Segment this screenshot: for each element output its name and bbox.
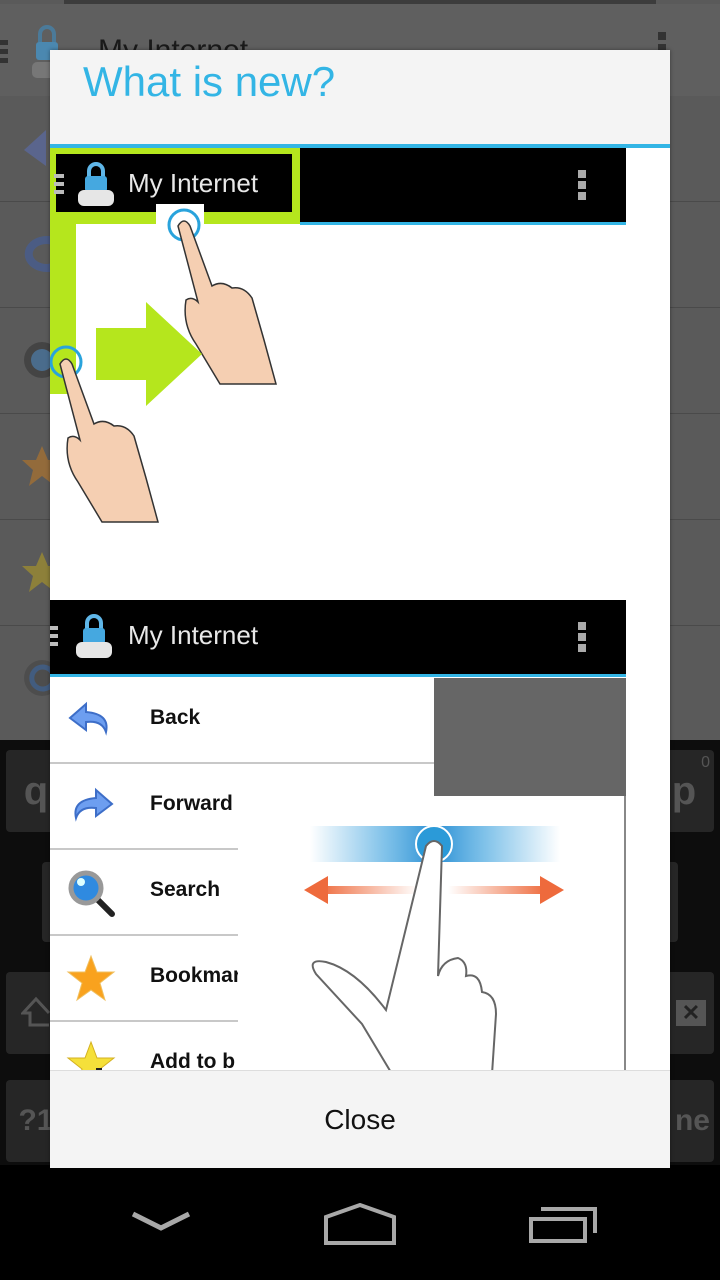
star-icon bbox=[66, 954, 116, 1002]
key-hint: 0 bbox=[701, 754, 710, 771]
illustration-menu-swipe: My Internet Back Forward Search Bookmar … bbox=[50, 600, 626, 1070]
menu-item-bookmarks: Bookmar bbox=[50, 936, 238, 1022]
arrow-right-icon bbox=[540, 876, 564, 904]
hand-icon bbox=[59, 358, 159, 523]
navigation-bar bbox=[0, 1165, 720, 1280]
nav-home-button[interactable] bbox=[315, 1195, 405, 1255]
swipe-gesture-graphic bbox=[50, 204, 277, 523]
content-dim-panel bbox=[434, 678, 626, 796]
hand-outline-icon bbox=[311, 840, 498, 1070]
overflow-menu-icon bbox=[578, 170, 586, 200]
home-icon bbox=[324, 1203, 396, 1245]
illustration-app-title: My Internet bbox=[128, 620, 259, 650]
nav-recents-button[interactable] bbox=[518, 1195, 608, 1255]
forward-arrow-icon bbox=[74, 787, 114, 822]
action-bar-underline bbox=[50, 674, 626, 677]
nav-back-button[interactable] bbox=[116, 1195, 206, 1255]
star-plus-icon bbox=[66, 1040, 116, 1070]
overflow-menu-icon bbox=[578, 622, 586, 652]
shift-icon bbox=[21, 996, 51, 1027]
menu-item-search: Search bbox=[50, 850, 238, 936]
swipe-horizontal-graphic bbox=[304, 825, 564, 1070]
illustration-app-title: My Internet bbox=[128, 168, 259, 198]
dialog-header: What is new? bbox=[50, 50, 670, 144]
close-button[interactable]: Close bbox=[50, 1071, 670, 1168]
chevron-down-icon bbox=[131, 1211, 191, 1231]
drawer-icon bbox=[50, 626, 58, 646]
app-logo-icon bbox=[76, 614, 112, 658]
backspace-icon: ✕ bbox=[675, 1000, 707, 1026]
illustration-swipe-from-edge: My Internet bbox=[50, 148, 626, 568]
whats-new-dialog: What is new? My Internet My Internet Bac… bbox=[50, 50, 670, 1168]
dialog-content[interactable]: My Internet My Internet Back Forward Sea… bbox=[50, 148, 670, 1070]
dialog-footer: Close bbox=[50, 1070, 670, 1168]
recents-icon bbox=[529, 1207, 597, 1243]
drawer-icon bbox=[0, 40, 8, 67]
magnifier-icon bbox=[68, 870, 115, 917]
menu-item-add-bookmark: Add to b bbox=[50, 1022, 238, 1070]
menu-item-back: Back bbox=[50, 678, 434, 764]
arrow-left-icon bbox=[304, 876, 328, 904]
drawer-icon bbox=[54, 174, 64, 194]
dialog-title: What is new? bbox=[83, 58, 336, 105]
app-logo-icon bbox=[78, 162, 114, 206]
swipe-demo-panel bbox=[238, 796, 626, 1070]
back-arrow-icon bbox=[68, 701, 108, 736]
